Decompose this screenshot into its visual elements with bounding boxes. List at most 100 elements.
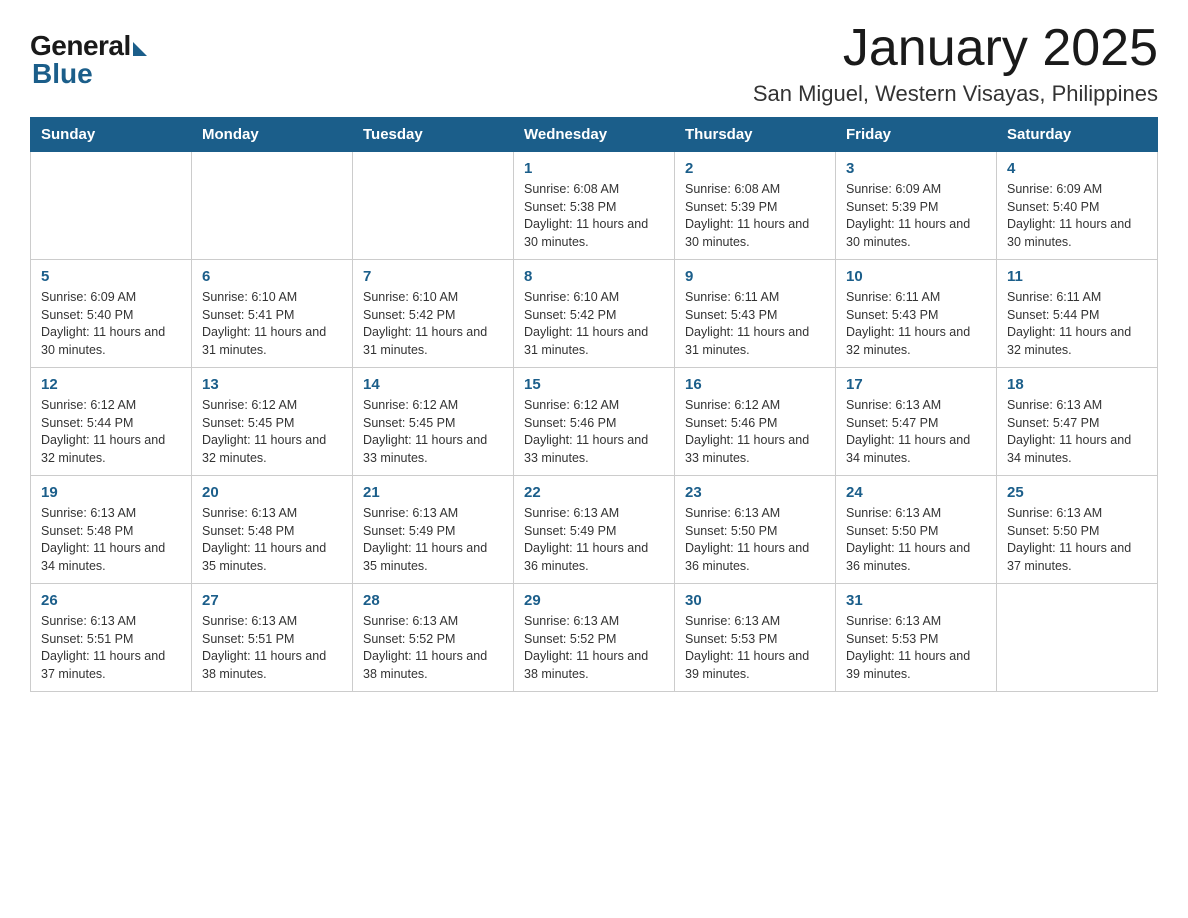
day-number: 11 [1007,268,1147,285]
calendar-cell: 26 Sunrise: 6:13 AMSunset: 5:51 PMDayligh… [31,584,192,692]
location-title: San Miguel, Western Visayas, Philippines [753,81,1158,107]
calendar-cell: 20 Sunrise: 6:13 AMSunset: 5:48 PMDayligh… [192,476,353,584]
day-detail: Sunrise: 6:10 AMSunset: 5:41 PMDaylight:… [202,289,342,359]
day-detail: Sunrise: 6:13 AMSunset: 5:50 PMDaylight:… [846,505,986,575]
day-of-week-header: Monday [192,118,353,152]
calendar-cell: 4 Sunrise: 6:09 AMSunset: 5:40 PMDaylight… [997,152,1158,260]
day-detail: Sunrise: 6:12 AMSunset: 5:45 PMDaylight:… [202,397,342,467]
day-detail: Sunrise: 6:13 AMSunset: 5:52 PMDaylight:… [524,613,664,683]
day-of-week-header: Tuesday [353,118,514,152]
day-detail: Sunrise: 6:11 AMSunset: 5:44 PMDaylight:… [1007,289,1147,359]
calendar-cell: 7 Sunrise: 6:10 AMSunset: 5:42 PMDaylight… [353,260,514,368]
day-number: 3 [846,160,986,177]
calendar-cell [31,152,192,260]
day-detail: Sunrise: 6:10 AMSunset: 5:42 PMDaylight:… [524,289,664,359]
calendar-cell: 19Sunrise: 6:13 AMSunset: 5:48 PMDayligh… [31,476,192,584]
day-number: 4 [1007,160,1147,177]
day-detail: Sunrise: 6:13 AMSunset: 5:50 PMDaylight:… [685,505,825,575]
calendar-cell: 25Sunrise: 6:13 AMSunset: 5:50 PMDayligh… [997,476,1158,584]
logo-arrow-icon [133,42,147,56]
day-of-week-header: Saturday [997,118,1158,152]
calendar-cell: 6 Sunrise: 6:10 AMSunset: 5:41 PMDaylight… [192,260,353,368]
header: General Blue January 2025 San Miguel, We… [30,20,1158,107]
calendar-cell: 3 Sunrise: 6:09 AMSunset: 5:39 PMDaylight… [836,152,997,260]
calendar-week-row: 12 Sunrise: 6:12 AMSunset: 5:44 PMDayligh… [31,368,1158,476]
day-detail: Sunrise: 6:13 AMSunset: 5:47 PMDaylight:… [846,397,986,467]
day-of-week-header: Friday [836,118,997,152]
day-number: 22 [524,484,664,501]
day-detail: Sunrise: 6:09 AMSunset: 5:39 PMDaylight:… [846,181,986,251]
calendar-cell: 21 Sunrise: 6:13 AMSunset: 5:49 PMDayligh… [353,476,514,584]
day-number: 13 [202,376,342,393]
day-number: 12 [41,376,181,393]
calendar-cell: 5Sunrise: 6:09 AMSunset: 5:40 PMDaylight… [31,260,192,368]
calendar-cell [997,584,1158,692]
day-detail: Sunrise: 6:13 AMSunset: 5:51 PMDaylight:… [202,613,342,683]
calendar-cell: 23Sunrise: 6:13 AMSunset: 5:50 PMDayligh… [675,476,836,584]
calendar-cell: 31 Sunrise: 6:13 AMSunset: 5:53 PMDayligh… [836,584,997,692]
day-number: 21 [363,484,503,501]
day-detail: Sunrise: 6:11 AMSunset: 5:43 PMDaylight:… [846,289,986,359]
calendar-cell: 24 Sunrise: 6:13 AMSunset: 5:50 PMDayligh… [836,476,997,584]
calendar-week-row: 19 Sunrise: 6:13 AMSunset: 5:48 PMDayligh… [31,476,1158,584]
logo-blue-text: Blue [32,58,93,90]
day-number: 15 [524,376,664,393]
calendar-table: SundayMondayTuesdayWednesdayThursdayFrid… [30,117,1158,692]
month-title: January 2025 [753,20,1158,77]
day-detail: Sunrise: 6:13 AMSunset: 5:49 PMDaylight:… [363,505,503,575]
calendar-cell: 29Sunrise: 6:13 AMSunset: 5:52 PMDayligh… [514,584,675,692]
day-detail: Sunrise: 6:13 AMSunset: 5:50 PMDaylight:… [1007,505,1147,575]
day-detail: Sunrise: 6:12 AMSunset: 5:45 PMDaylight:… [363,397,503,467]
calendar-cell [192,152,353,260]
day-number: 31 [846,592,986,609]
calendar-cell: 27 Sunrise: 6:13 AMSunset: 5:51 PMDayligh… [192,584,353,692]
day-detail: Sunrise: 6:08 AMSunset: 5:39 PMDaylight:… [685,181,825,251]
day-detail: Sunrise: 6:09 AMSunset: 5:40 PMDaylight:… [1007,181,1147,251]
calendar-cell: 14 Sunrise: 6:12 AMSunset: 5:45 PMDayligh… [353,368,514,476]
day-number: 7 [363,268,503,285]
calendar-cell [353,152,514,260]
day-number: 8 [524,268,664,285]
day-of-week-header: Thursday [675,118,836,152]
calendar-cell: 18Sunrise: 6:13 AMSunset: 5:47 PMDayligh… [997,368,1158,476]
calendar-cell: 1Sunrise: 6:08 AMSunset: 5:38 PMDaylight… [514,152,675,260]
day-detail: Sunrise: 6:13 AMSunset: 5:53 PMDaylight:… [685,613,825,683]
day-number: 6 [202,268,342,285]
calendar-cell: 17Sunrise: 6:13 AMSunset: 5:47 PMDayligh… [836,368,997,476]
calendar-cell: 13 Sunrise: 6:12 AMSunset: 5:45 PMDayligh… [192,368,353,476]
calendar-cell: 2 Sunrise: 6:08 AMSunset: 5:39 PMDaylight… [675,152,836,260]
day-detail: Sunrise: 6:13 AMSunset: 5:47 PMDaylight:… [1007,397,1147,467]
day-number: 20 [202,484,342,501]
day-of-week-header: Wednesday [514,118,675,152]
calendar-week-row: 1Sunrise: 6:08 AMSunset: 5:38 PMDaylight… [31,152,1158,260]
calendar-cell: 28Sunrise: 6:13 AMSunset: 5:52 PMDayligh… [353,584,514,692]
day-detail: Sunrise: 6:13 AMSunset: 5:52 PMDaylight:… [363,613,503,683]
title-block: January 2025 San Miguel, Western Visayas… [753,20,1158,107]
logo: General Blue [30,30,147,90]
day-number: 27 [202,592,342,609]
day-number: 26 [41,592,181,609]
calendar-week-row: 26 Sunrise: 6:13 AMSunset: 5:51 PMDayligh… [31,584,1158,692]
day-detail: Sunrise: 6:12 AMSunset: 5:44 PMDaylight:… [41,397,181,467]
day-detail: Sunrise: 6:13 AMSunset: 5:48 PMDaylight:… [202,505,342,575]
day-number: 10 [846,268,986,285]
calendar-cell: 15 Sunrise: 6:12 AMSunset: 5:46 PMDayligh… [514,368,675,476]
calendar-cell: 12 Sunrise: 6:12 AMSunset: 5:44 PMDayligh… [31,368,192,476]
calendar-week-row: 5Sunrise: 6:09 AMSunset: 5:40 PMDaylight… [31,260,1158,368]
calendar-cell: 22Sunrise: 6:13 AMSunset: 5:49 PMDayligh… [514,476,675,584]
calendar-cell: 9 Sunrise: 6:11 AMSunset: 5:43 PMDaylight… [675,260,836,368]
day-detail: Sunrise: 6:10 AMSunset: 5:42 PMDaylight:… [363,289,503,359]
day-number: 14 [363,376,503,393]
day-detail: Sunrise: 6:13 AMSunset: 5:53 PMDaylight:… [846,613,986,683]
day-number: 9 [685,268,825,285]
day-number: 30 [685,592,825,609]
day-detail: Sunrise: 6:08 AMSunset: 5:38 PMDaylight:… [524,181,664,251]
day-detail: Sunrise: 6:11 AMSunset: 5:43 PMDaylight:… [685,289,825,359]
day-number: 24 [846,484,986,501]
day-detail: Sunrise: 6:13 AMSunset: 5:51 PMDaylight:… [41,613,181,683]
day-detail: Sunrise: 6:12 AMSunset: 5:46 PMDaylight:… [524,397,664,467]
day-number: 19 [41,484,181,501]
calendar-cell: 10 Sunrise: 6:11 AMSunset: 5:43 PMDayligh… [836,260,997,368]
day-number: 2 [685,160,825,177]
day-number: 16 [685,376,825,393]
